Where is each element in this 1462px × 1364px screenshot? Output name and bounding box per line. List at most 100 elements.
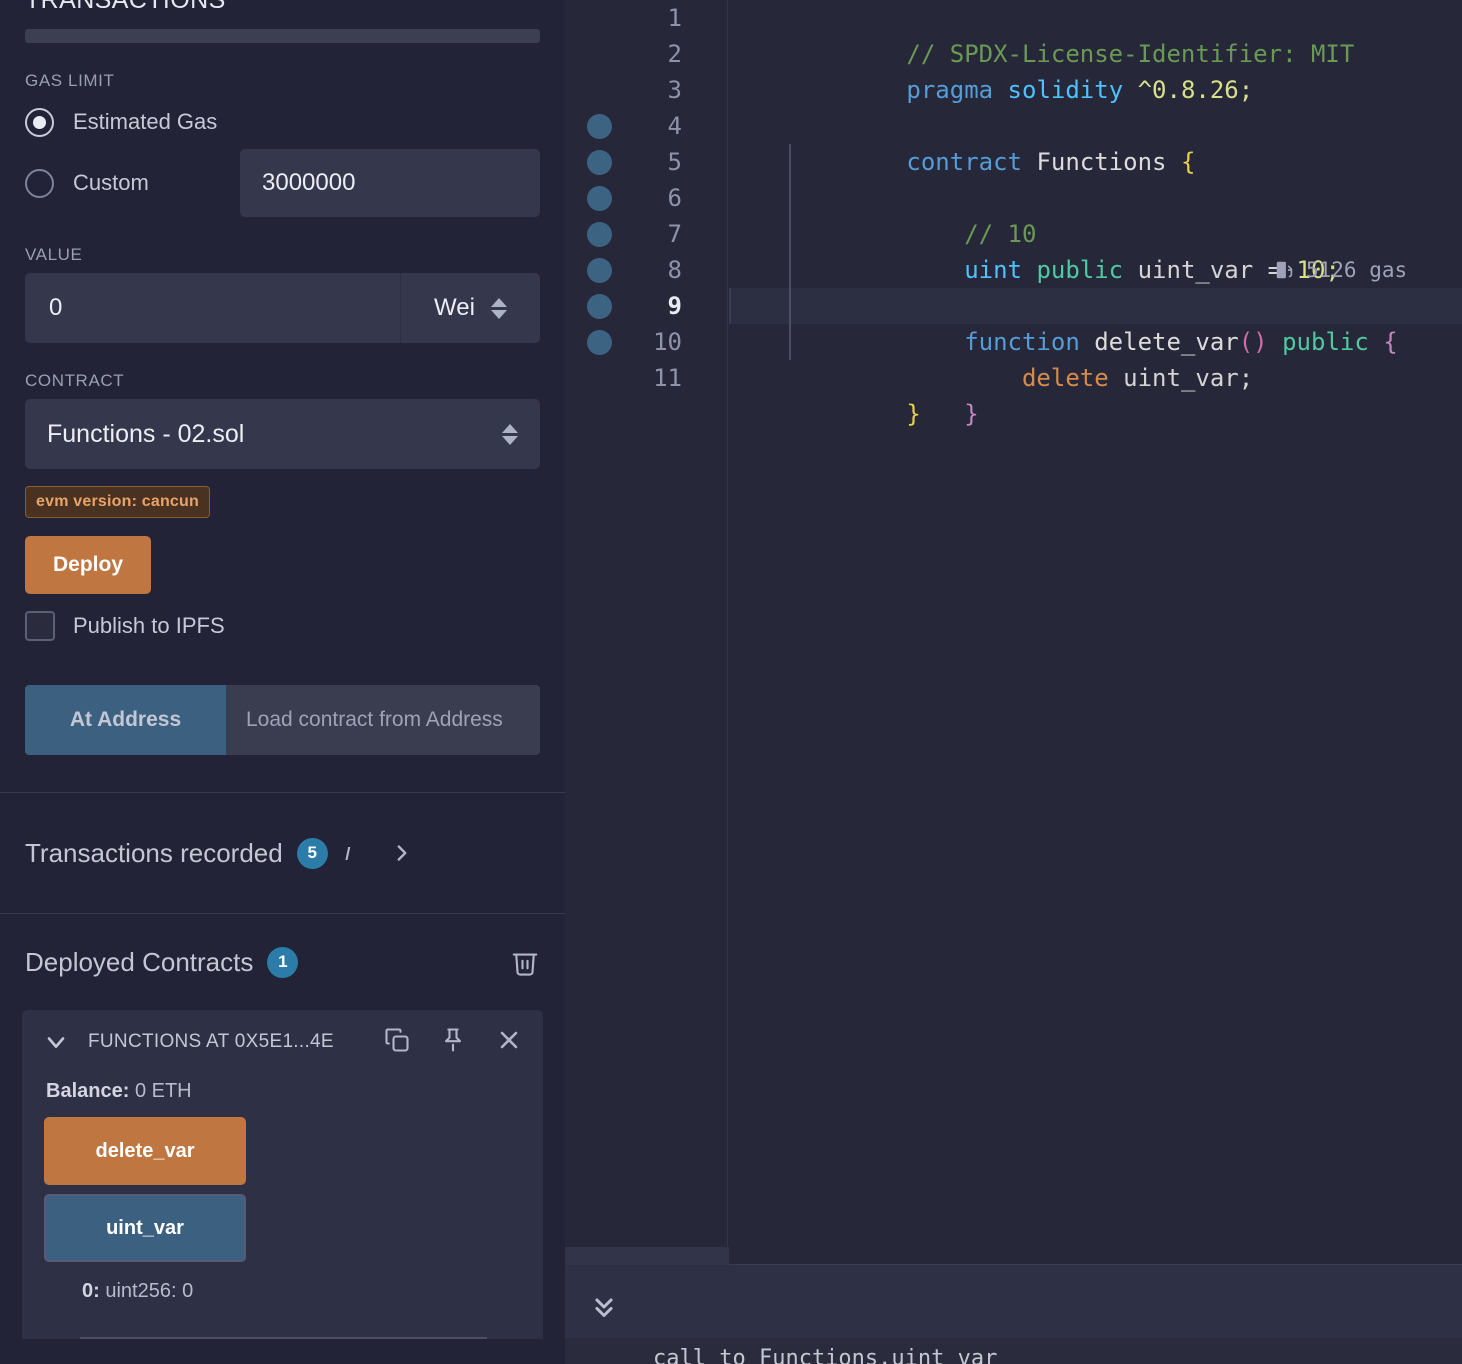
at-address-input[interactable] <box>226 685 540 755</box>
function-button-delete-var[interactable]: delete_var <box>44 1117 246 1185</box>
gas-limit-label: GAS LIMIT <box>25 71 115 90</box>
radio-estimated-gas-label: Estimated Gas <box>73 109 218 134</box>
value-input[interactable] <box>25 273 400 343</box>
gutter-row: 7 <box>565 216 727 252</box>
at-address-row: At Address <box>25 685 540 755</box>
code-line-2[interactable]: pragma solidity ^0.8.26; <box>729 36 1462 104</box>
gas-pump-icon <box>1276 261 1293 279</box>
editor-code-lines[interactable]: // SPDX-License-Identifier: MIT pragma s… <box>729 0 1462 1264</box>
function-button-uint-var[interactable]: uint_var <box>44 1194 246 1262</box>
code-line-8[interactable]: function delete_var() public { 5126 gas <box>729 252 1462 356</box>
info-icon[interactable]: 𝚤 <box>344 839 350 867</box>
line-number: 1 <box>667 4 682 32</box>
call-result-index: 0: <box>82 1280 100 1302</box>
terminal-log-line[interactable]: call to Functions.uint_var <box>565 1338 1462 1364</box>
line-number-active: 9 <box>667 292 682 320</box>
gas-estimate-text: 5126 gas <box>1306 258 1408 282</box>
chevron-right-icon[interactable] <box>389 840 415 866</box>
deploy-and-run-panel: TRANSACTIONS GAS LIMIT Estimated Gas Cus… <box>0 0 565 1364</box>
gutter-row: 4 <box>565 108 727 144</box>
line-number: 3 <box>667 76 682 104</box>
close-icon[interactable] <box>495 1026 523 1059</box>
code-line-4[interactable]: contract Functions { <box>729 108 1462 176</box>
value-unit-select[interactable]: Wei <box>400 273 540 343</box>
trash-icon[interactable] <box>510 947 540 977</box>
chevrons-down-icon[interactable] <box>587 1290 621 1329</box>
transactions-recorded-count: 5 <box>296 837 328 869</box>
line-number: 2 <box>667 40 682 68</box>
publish-ipfs-checkbox[interactable] <box>25 611 55 641</box>
pin-icon[interactable] <box>439 1026 467 1059</box>
call-result-value: uint256: 0 <box>105 1280 194 1302</box>
chevron-updown-icon <box>490 297 507 319</box>
gutter-row: 11 <box>565 360 727 396</box>
transactions-recorded-section[interactable]: Transactions recorded 5 𝚤 <box>0 793 565 913</box>
transactions-recorded-label: Transactions recorded <box>25 837 283 868</box>
code-line-10[interactable]: } <box>729 324 1462 428</box>
gutter-row: 6 <box>565 180 727 216</box>
code-token-brace: } <box>906 400 921 428</box>
code-line-3[interactable] <box>729 72 1462 108</box>
indent-guide <box>789 288 791 324</box>
gutter-row: 10 <box>565 324 727 360</box>
terminal-tab-bar[interactable] <box>565 1247 729 1265</box>
gas-limit-custom-row[interactable]: Custom <box>25 149 540 217</box>
radio-estimated-gas[interactable] <box>25 107 54 137</box>
balance-label: Balance: <box>46 1080 130 1102</box>
deploy-button[interactable]: Deploy <box>25 536 152 594</box>
code-line-7[interactable] <box>729 216 1462 252</box>
deployed-contracts-count: 1 <box>267 946 299 978</box>
code-editor: 1 2 3 4 5 6 7 8 9 10 11 // SPDX-License-… <box>565 0 1462 1364</box>
line-number: 10 <box>653 328 682 356</box>
line-number: 6 <box>667 184 682 212</box>
gas-limit-estimated-row[interactable]: Estimated Gas <box>25 99 540 145</box>
contract-selected-label: Functions - 02.sol <box>47 419 245 448</box>
code-line-1[interactable]: // SPDX-License-Identifier: MIT <box>729 0 1462 68</box>
editor-surface[interactable]: 1 2 3 4 5 6 7 8 9 10 11 // SPDX-License-… <box>565 0 1462 1264</box>
terminal-panel: call to Functions.uint_var <box>565 1247 1462 1364</box>
copy-icon[interactable] <box>383 1026 411 1059</box>
radio-custom-gas-label: Custom <box>73 170 149 195</box>
indent-guide <box>789 216 791 252</box>
contract-select[interactable]: Functions - 02.sol <box>25 399 540 469</box>
publish-ipfs-row[interactable]: Publish to IPFS <box>25 611 540 641</box>
indent-guide <box>789 180 791 216</box>
indent-guide <box>789 324 791 360</box>
deployed-contract-address: FUNCTIONS AT 0X5E1...4E <box>88 1031 334 1052</box>
gutter-row: 8 <box>565 252 727 288</box>
gutter-row: 5 <box>565 144 727 180</box>
radio-custom-gas[interactable] <box>25 168 54 198</box>
gutter-row: 3 <box>565 72 727 108</box>
gas-estimate-annotation: 5126 gas <box>1274 252 1407 288</box>
editor-gutter[interactable]: 1 2 3 4 5 6 7 8 9 10 11 <box>565 0 728 1264</box>
gutter-row: 2 <box>565 36 727 72</box>
line-number: 7 <box>667 220 682 248</box>
remix-ide-window: TRANSACTIONS GAS LIMIT Estimated Gas Cus… <box>0 0 1462 1364</box>
deployed-contract-body: Balance: 0 ETH delete_var uint_var 0: ui… <box>22 1074 543 1339</box>
value-row: Wei <box>25 273 540 343</box>
chevron-down-icon[interactable] <box>42 1028 70 1056</box>
balance-value: 0 ETH <box>134 1080 192 1102</box>
deployed-contracts-header: Deployed Contracts 1 <box>0 914 565 1010</box>
deployed-contract-card: FUNCTIONS AT 0X5E1...4E Balance: 0 ETH d… <box>22 1010 543 1339</box>
gutter-row: 9 <box>565 288 727 324</box>
line-number: 11 <box>653 364 682 392</box>
terminal-log-text: call to Functions.uint_var <box>653 1346 998 1364</box>
code-line-6[interactable]: uint public uint_var = 10; <box>729 180 1462 284</box>
code-line-11[interactable]: } <box>729 360 1462 428</box>
transactions-search-input[interactable] <box>25 29 540 43</box>
value-unit-label: Wei <box>434 294 475 321</box>
code-token-brace: } <box>964 400 979 428</box>
indent-guide <box>789 144 791 180</box>
code-line-5[interactable]: // 10 <box>729 144 1462 248</box>
deployed-contract-card-header[interactable]: FUNCTIONS AT 0X5E1...4E <box>22 1010 543 1074</box>
at-address-button[interactable]: At Address <box>25 685 226 755</box>
publish-ipfs-label: Publish to IPFS <box>73 613 225 638</box>
gutter-row: 1 <box>565 0 727 36</box>
custom-gas-input[interactable] <box>240 149 540 217</box>
divider <box>80 1337 487 1339</box>
code-line-9-active[interactable]: delete uint_var; <box>729 288 1462 392</box>
line-number: 4 <box>667 112 682 140</box>
indent-guide <box>789 252 791 288</box>
call-result: 0: uint256: 0 <box>44 1271 523 1303</box>
